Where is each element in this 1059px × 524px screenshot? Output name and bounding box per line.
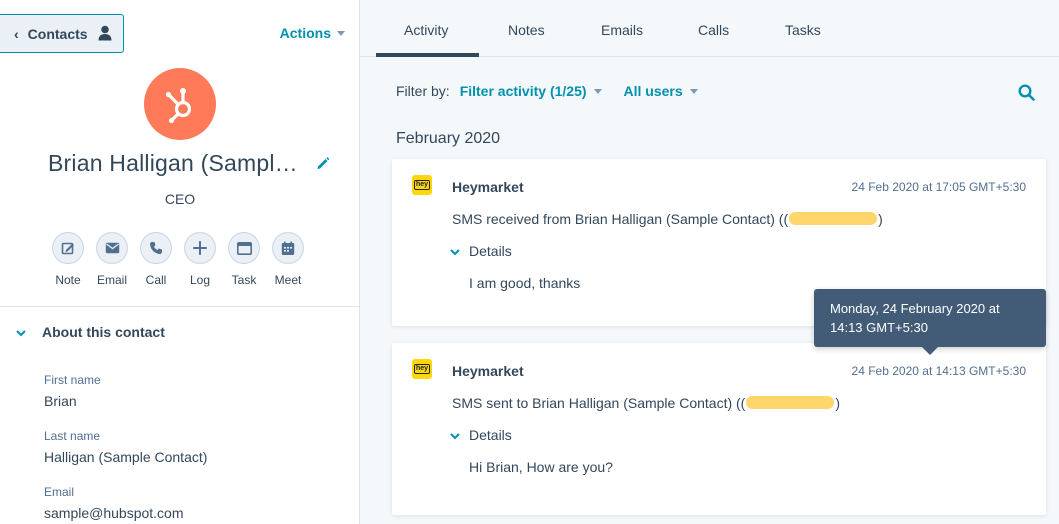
- details-label: Details: [469, 427, 512, 443]
- details-toggle[interactable]: Details: [450, 243, 512, 259]
- back-button-label: Contacts: [27, 25, 88, 42]
- activity-source: Heymarket: [452, 363, 524, 379]
- tab-emails[interactable]: Emails: [601, 22, 643, 38]
- activity-card: hey Heymarket 24 Feb 2020 at 14:13 GMT+5…: [392, 343, 1046, 515]
- tab-calls[interactable]: Calls: [698, 22, 729, 38]
- filter-activity-dropdown[interactable]: Filter activity (1/25): [460, 83, 602, 99]
- task-icon: [228, 232, 260, 264]
- activity-summary: SMS sent to Brian Halligan (Sample Conta…: [452, 395, 840, 411]
- summary-suffix: ): [878, 211, 883, 227]
- about-contact-section-toggle[interactable]: About this contact: [16, 324, 165, 340]
- email-action-label: Email: [96, 273, 127, 287]
- contact-sidebar: ‹ Contacts Actions Brian Halligan (Sampl…: [0, 0, 360, 524]
- active-tab-indicator: [376, 53, 479, 57]
- month-header: February 2020: [396, 130, 501, 147]
- email-property[interactable]: Email sample@hubspot.com: [44, 485, 184, 521]
- log-action-label: Log: [189, 273, 211, 287]
- heymarket-logo-text: hey: [413, 180, 431, 190]
- call-action-button[interactable]: Call: [134, 232, 178, 287]
- hubspot-logo-avatar: [144, 68, 216, 140]
- activity-panel: Activity Notes Emails Calls Tasks Filter…: [360, 0, 1059, 524]
- filter-by-label: Filter by:: [396, 83, 450, 99]
- summary-text: SMS received from Brian Halligan (Sample…: [452, 211, 789, 227]
- call-icon: [140, 232, 172, 264]
- heymarket-logo-icon: hey: [412, 175, 432, 195]
- person-icon: [98, 25, 112, 44]
- back-to-contacts-button[interactable]: ‹ Contacts: [0, 14, 124, 53]
- sms-message: Hi Brian, How are you?: [469, 459, 613, 475]
- caret-down-icon: [337, 30, 345, 36]
- summary-text: SMS sent to Brian Halligan (Sample Conta…: [452, 395, 746, 411]
- caret-down-icon: [593, 88, 602, 94]
- log-action-button[interactable]: Log: [178, 232, 222, 287]
- meet-action-label: Meet: [274, 273, 302, 287]
- actions-dropdown[interactable]: Actions: [280, 25, 345, 41]
- redacted-phone: [746, 396, 835, 409]
- activity-source: Heymarket: [452, 179, 524, 195]
- meet-action-button[interactable]: Meet: [266, 232, 310, 287]
- quick-actions: Note Email Call Log Task Meet: [46, 232, 310, 287]
- last-name-property[interactable]: Last name Halligan (Sample Contact): [44, 429, 207, 465]
- details-label: Details: [469, 243, 512, 259]
- details-toggle[interactable]: Details: [450, 427, 512, 443]
- chevron-down-icon: [16, 324, 26, 340]
- sidebar-divider: [0, 306, 359, 307]
- chevron-left-icon: ‹: [14, 25, 19, 42]
- last-name-label: Last name: [44, 429, 101, 443]
- first-name-value: Brian: [44, 393, 77, 409]
- note-action-label: Note: [55, 273, 81, 287]
- tab-notes[interactable]: Notes: [508, 22, 545, 38]
- contact-job-title: CEO: [164, 191, 196, 207]
- heymarket-logo-text: hey: [413, 364, 431, 374]
- about-contact-title: About this contact: [42, 324, 165, 340]
- chevron-down-icon: [450, 243, 460, 259]
- chevron-down-icon: [450, 427, 460, 443]
- activity-summary: SMS received from Brian Halligan (Sample…: [452, 211, 883, 227]
- activity-timestamp[interactable]: 24 Feb 2020 at 17:05 GMT+5:30: [852, 180, 1026, 194]
- timestamp-tooltip: Monday, 24 February 2020 at 14:13 GMT+5:…: [814, 289, 1046, 355]
- heymarket-logo-icon: hey: [412, 359, 432, 379]
- last-name-value: Halligan (Sample Contact): [44, 449, 208, 465]
- note-icon: [52, 232, 84, 264]
- filter-activity-label: Filter activity (1/25): [459, 83, 587, 99]
- email-icon: [96, 232, 128, 264]
- filter-bar: Filter by: Filter activity (1/25) All us…: [396, 83, 720, 99]
- tab-tasks[interactable]: Tasks: [785, 22, 821, 38]
- first-name-label: First name: [44, 373, 101, 387]
- hubspot-sprocket-icon: [165, 88, 192, 124]
- tooltip-line-1: Monday, 24 February 2020 at: [830, 301, 1000, 316]
- contact-name: Brian Halligan (Sample Contact): [48, 150, 308, 176]
- tooltip-line-2: 14:13 GMT+5:30: [830, 320, 928, 335]
- activity-timestamp[interactable]: 24 Feb 2020 at 14:13 GMT+5:30: [852, 364, 1026, 378]
- task-action-label: Task: [231, 273, 257, 287]
- caret-down-icon: [689, 88, 698, 94]
- calendar-icon: [272, 232, 304, 264]
- tab-activity[interactable]: Activity: [404, 22, 448, 38]
- first-name-property[interactable]: First name Brian: [44, 373, 101, 409]
- summary-suffix: ): [835, 395, 841, 411]
- users-filter-label: All users: [623, 83, 683, 99]
- note-action-button[interactable]: Note: [46, 232, 90, 287]
- redacted-phone: [789, 212, 878, 225]
- task-action-button[interactable]: Task: [222, 232, 266, 287]
- plus-icon: [184, 232, 216, 264]
- email-label: Email: [44, 485, 75, 499]
- tab-bar: Activity Notes Emails Calls Tasks: [360, 0, 1059, 57]
- search-icon[interactable]: [1018, 84, 1035, 106]
- actions-label: Actions: [279, 25, 331, 41]
- email-value: sample@hubspot.com: [44, 505, 184, 521]
- sms-message: I am good, thanks: [469, 275, 581, 291]
- edit-pencil-icon[interactable]: [316, 156, 330, 175]
- email-action-button[interactable]: Email: [90, 232, 134, 287]
- call-action-label: Call: [145, 273, 167, 287]
- users-filter-dropdown[interactable]: All users: [624, 83, 698, 99]
